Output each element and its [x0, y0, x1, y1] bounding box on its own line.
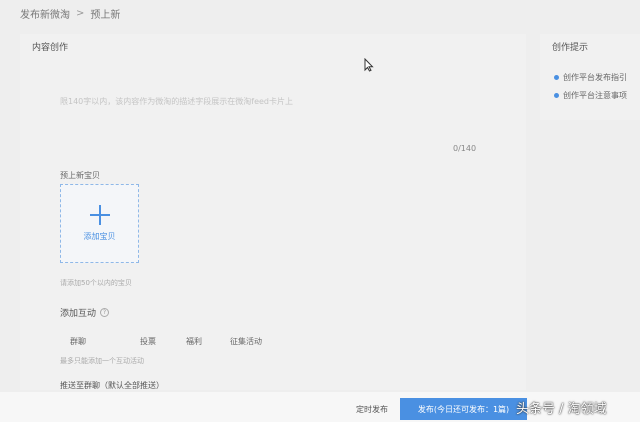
publish-button[interactable]: 发布(今日还可发布：1篇) — [400, 398, 527, 420]
tab-group-chat[interactable]: 群聊 — [70, 336, 140, 347]
tips-link-guide-label: 创作平台发布指引 — [563, 73, 627, 82]
watermark: 头条号 / 淘领域 — [516, 402, 607, 417]
plus-icon — [89, 205, 110, 225]
bullet-dot-icon — [554, 93, 559, 98]
add-item-label: 添加宝贝 — [83, 232, 116, 241]
tab-collection-event[interactable]: 征集活动 — [230, 336, 262, 347]
add-item-hint: 请添加50个以内的宝贝 — [60, 279, 132, 287]
bullet-dot-icon — [554, 75, 559, 80]
tips-link-guide[interactable]: 创作平台发布指引 — [554, 72, 627, 83]
interaction-section-title: 添加互动 ? — [60, 306, 110, 319]
breadcrumb-current: 预上新 — [90, 10, 121, 21]
tips-link-notes-label: 创作平台注意事项 — [563, 91, 627, 100]
tab-benefit[interactable]: 福利 — [186, 336, 230, 347]
breadcrumb: 发布新微淘 > 预上新 — [20, 6, 120, 21]
help-icon[interactable]: ? — [100, 308, 110, 317]
tips-link-notes[interactable]: 创作平台注意事项 — [554, 90, 627, 101]
item-section-label: 预上新宝贝 — [60, 171, 100, 180]
tips-title: 创作提示 — [552, 43, 589, 53]
interaction-hint: 最多只能添加一个互动活动 — [60, 357, 144, 365]
interaction-title-text: 添加互动 — [60, 309, 97, 319]
mouse-cursor-icon — [364, 58, 374, 72]
interaction-tabs: 群聊 投票 福利 征集活动 — [70, 336, 262, 347]
content-section-title: 内容创作 — [32, 43, 69, 53]
char-counter: 0/140 — [453, 144, 477, 153]
chevron-right-icon: > — [76, 8, 85, 19]
tab-vote[interactable]: 投票 — [140, 336, 186, 347]
breadcrumb-parent[interactable]: 发布新微淘 — [20, 6, 70, 21]
push-to-group-label: 推送至群聊（默认全部推送） — [60, 381, 164, 390]
description-input[interactable]: 限140字以内，该内容作为微淘的描述字段展示在微淘feed卡片上 — [60, 96, 293, 107]
add-item-button[interactable]: 添加宝贝 — [60, 184, 139, 263]
schedule-publish-button[interactable]: 定时发布 — [356, 404, 388, 415]
